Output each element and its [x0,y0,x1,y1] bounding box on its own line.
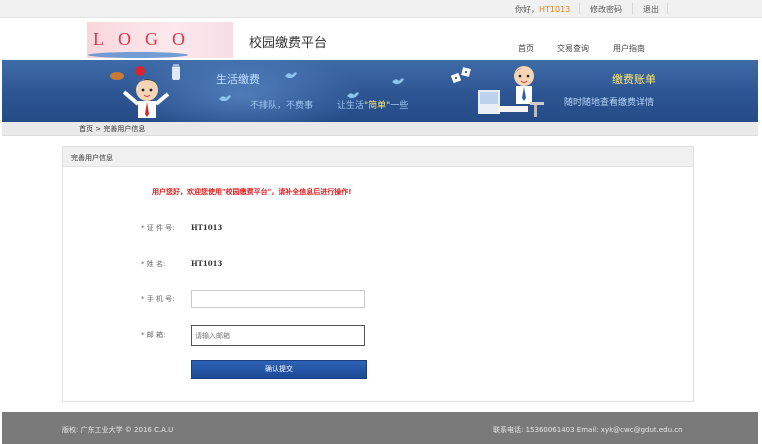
slogan-highlight: "简单" [364,101,391,111]
slogan-tail: 一些 [390,101,409,111]
dice-icon [450,67,471,84]
banner-life-pay: 生活缴费 [216,73,260,86]
bird-icon [219,95,231,102]
banner: 生活缴费 不排队，不费事 让生活"简单"一些 缴费账单 随时随地查看缴费详情 [2,60,758,122]
breadcrumb-bar: 首页 > 完善用户信息 [2,122,758,136]
submit-button[interactable]: 确认提交 [191,360,367,379]
name-label: * 姓 名: [141,260,166,268]
logo-text: LOGO [93,29,199,49]
footer-contact: 联系电话: 15360061403 Email: xyk@cwc@gdut.ed… [493,426,683,434]
cartoon-character-icon [110,64,180,118]
email-label: * 邮 箱: [141,331,166,339]
cartoon-computer-icon [478,66,544,117]
user-id[interactable]: HT1013 [539,5,570,14]
divider [667,3,668,14]
id-number-label: * 证 件 号: [141,224,175,232]
user-greeting: 你好，HT1013 [515,4,570,15]
banner-slogan-1: 不排队，不费事 [250,101,314,111]
name-value: HT1013 [191,259,223,268]
banner-bill-subtitle: 随时随地查看缴费详情 [564,98,655,108]
bird-icon [285,72,297,79]
divider [632,3,633,14]
footer: 版权: 广东工业大学 © 2016 C.A.U 联系电话: 1536006140… [2,412,758,444]
banner-bill-title: 缴费账单 [612,73,656,86]
slogan-highlight-word: 简单 [368,101,387,111]
email-input[interactable] [191,325,365,346]
logo-swoosh [88,52,188,58]
bird-icon [392,78,404,85]
phone-input[interactable] [191,290,365,308]
panel-header: 完善用户信息 [63,147,693,167]
divider [579,3,580,14]
footer-copyright: 版权: 广东工业大学 © 2016 C.A.U [62,426,174,434]
change-password-link[interactable]: 修改密码 [590,4,622,15]
welcome-notice: 用户您好，欢迎您使用"校园缴费平台"，请补全信息后进行操作! [152,188,352,196]
id-number-value: HT1013 [191,223,223,232]
nav-user-guide[interactable]: 用户指南 [613,43,645,54]
phone-label: * 手 机 号: [141,295,175,303]
logout-link[interactable]: 退出 [643,4,659,15]
nav-transaction-query[interactable]: 交易查询 [557,43,589,54]
user-info-panel: 完善用户信息 用户您好，欢迎您使用"校园缴费平台"，请补全信息后进行操作! * … [62,146,694,402]
greeting-prefix: 你好， [515,5,539,14]
banner-slogan-2: 让生活"简单"一些 [337,98,408,111]
panel-title: 完善用户信息 [71,154,113,162]
nav-home[interactable]: 首页 [518,43,534,54]
slogan-text: 让生活 [337,101,365,111]
site-title: 校园缴费平台 [249,36,328,51]
breadcrumb: 首页 > 完善用户信息 [79,125,146,133]
top-bar: 你好，HT1013 修改密码 退出 [0,0,762,18]
